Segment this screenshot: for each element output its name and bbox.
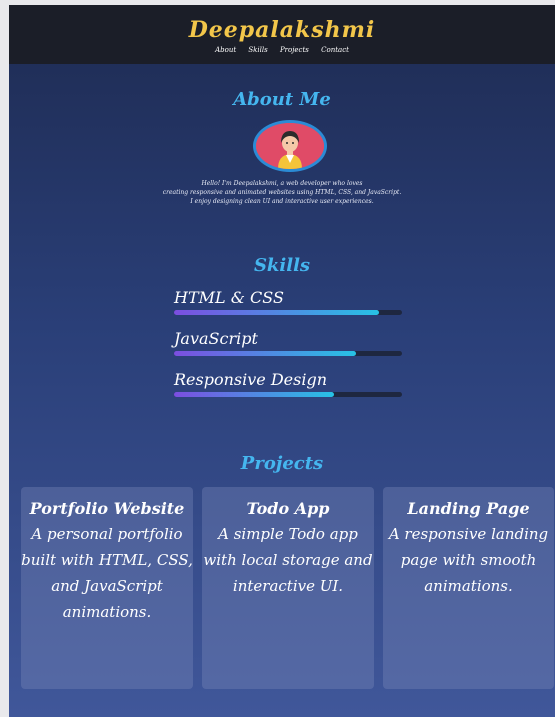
projects-heading: Projects [240,453,324,474]
project-description: A personal portfolio built with HTML, CS… [21,525,193,621]
project-description: A simple Todo app with local storage and… [203,525,373,595]
skill-label: Responsive Design [174,370,327,389]
skill-bar-track [174,392,402,397]
skill-bar-track [174,351,402,356]
nav-contact[interactable]: Contact [321,46,349,54]
project-card-portfolio[interactable]: Portfolio Website A personal portfolio b… [21,487,193,689]
nav-skills[interactable]: Skills [248,46,267,54]
about-line-2: creating responsive and animated website… [162,189,402,196]
about-text: Hello! I'm Deepalakshmi, a web developer… [9,179,555,206]
project-card-todo[interactable]: Todo App A simple Todo app with local st… [202,487,374,689]
about-line-3: I enjoy designing clean UI and interacti… [190,198,374,205]
nav-about[interactable]: About [215,46,236,54]
skill-bar-fill [174,392,334,397]
brand-logo[interactable]: Deepalakshmi [9,17,555,43]
project-description: A responsive landing page with smooth an… [388,525,549,595]
skill-bar-fill [174,351,357,356]
skills-heading: Skills [253,255,311,276]
skill-label: HTML & CSS [174,288,284,307]
project-cards: Portfolio Website A personal portfolio b… [21,487,554,691]
page: Deepalakshmi About Skills Projects Conta… [9,5,555,717]
skill-label: JavaScript [174,329,258,348]
skill-item: JavaScript [174,329,402,356]
person-icon [256,123,324,169]
site-header: Deepalakshmi About Skills Projects Conta… [9,5,555,64]
skill-bar-fill [174,310,380,315]
project-title: Portfolio Website [29,499,185,518]
skill-item: Responsive Design [174,370,402,397]
nav-projects[interactable]: Projects [280,46,309,54]
skill-item: HTML & CSS [174,288,402,315]
avatar [253,120,327,172]
about-heading: About Me [233,89,331,110]
main-nav: About Skills Projects Contact [9,46,555,54]
project-title: Todo App [246,499,330,518]
project-card-landing[interactable]: Landing Page A responsive landing page w… [383,487,554,689]
project-title: Landing Page [407,499,530,518]
skills-list: HTML & CSS JavaScript Responsive Design [174,288,402,411]
skill-bar-track [174,310,402,315]
about-line-1: Hello! I'm Deepalakshmi, a web developer… [201,180,363,187]
